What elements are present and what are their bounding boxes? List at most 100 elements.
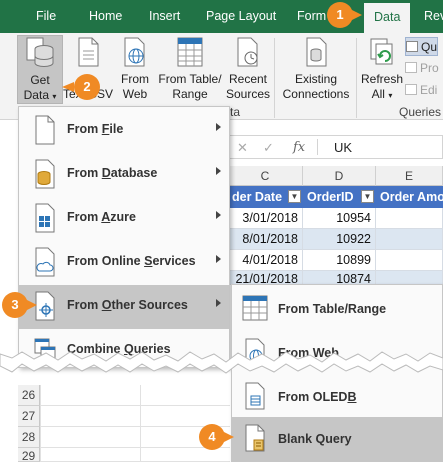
queries-icon bbox=[406, 41, 418, 52]
tab-data[interactable]: Data bbox=[364, 3, 411, 33]
callout-pointer bbox=[352, 10, 362, 20]
from-table-label-line1: From Table/ bbox=[158, 72, 222, 86]
get-data-label-line1: Get bbox=[30, 73, 50, 87]
tab-file[interactable]: File bbox=[36, 0, 56, 33]
filter-dropdown-icon[interactable]: ▼ bbox=[288, 190, 301, 203]
from-table-label-line2: Range bbox=[172, 87, 208, 101]
table-header-order-date[interactable]: der Date ▼ bbox=[228, 186, 303, 208]
menu-item-label: From Table/Range bbox=[278, 302, 387, 316]
table-header-order-amount[interactable]: Order Amo bbox=[376, 186, 443, 208]
table-icon bbox=[242, 295, 268, 321]
existing-connections-label-line1: Existing bbox=[294, 72, 338, 86]
menu-item-label: From OLEDB bbox=[278, 390, 357, 404]
menu-item-from-oledb[interactable]: From OLEDB bbox=[232, 375, 442, 419]
formula-input[interactable]: UK bbox=[334, 140, 352, 155]
table-cell-amount[interactable] bbox=[376, 250, 443, 271]
callout-pointer bbox=[62, 82, 74, 92]
from-table-range-button[interactable]: From Table/ Range bbox=[157, 35, 223, 102]
column-header-e[interactable]: E bbox=[376, 166, 443, 186]
menu-item-from-database[interactable]: From Database bbox=[19, 153, 229, 197]
tab-insert[interactable]: Insert bbox=[149, 0, 180, 33]
grid-row[interactable] bbox=[40, 385, 230, 406]
table-cell-date[interactable]: 8/01/2018 bbox=[228, 229, 303, 250]
callout-pointer bbox=[27, 300, 37, 310]
menu-item-label: From Other Sources bbox=[67, 298, 188, 312]
properties-icon bbox=[405, 62, 417, 73]
table-cell-order-id[interactable]: 10874 bbox=[303, 271, 376, 285]
database-icon bbox=[35, 159, 55, 189]
submenu-arrow-icon bbox=[216, 299, 221, 307]
azure-icon bbox=[35, 203, 55, 233]
refresh-icon bbox=[370, 38, 393, 65]
formula-bar[interactable]: ✕ ✓ fx UK bbox=[228, 135, 443, 159]
menu-item-from-online-services[interactable]: From Online Services bbox=[19, 241, 229, 285]
row-header[interactable]: 27 bbox=[18, 406, 40, 427]
grid-row[interactable] bbox=[40, 448, 230, 462]
table-cell-date[interactable]: 21/01/2018 bbox=[228, 271, 303, 285]
menu-item-from-other-sources[interactable]: From Other Sources bbox=[19, 285, 229, 329]
table-cell-amount[interactable] bbox=[376, 271, 443, 285]
text-file-icon bbox=[78, 37, 99, 67]
blank-query-icon bbox=[245, 424, 265, 452]
callout-2: 2 bbox=[74, 74, 100, 100]
table-cell-order-id[interactable]: 10922 bbox=[303, 229, 376, 250]
edit-links-button[interactable]: Edi bbox=[405, 81, 437, 100]
menu-item-label: From Online Services bbox=[67, 254, 196, 268]
table-cell-amount[interactable] bbox=[376, 229, 443, 250]
row-header[interactable]: 28 bbox=[18, 427, 40, 448]
tab-review[interactable]: Rev bbox=[424, 0, 443, 33]
file-icon bbox=[35, 115, 55, 145]
callout-3: 3 bbox=[2, 292, 28, 318]
properties-button[interactable]: Pro bbox=[405, 59, 439, 78]
group-separator bbox=[274, 38, 275, 118]
enter-icon[interactable]: ✓ bbox=[263, 140, 274, 156]
from-web-label-line2: Web bbox=[122, 87, 148, 101]
row-header[interactable]: 26 bbox=[18, 385, 40, 406]
recent-sources-button[interactable]: Recent Sources bbox=[226, 35, 270, 102]
oledb-icon bbox=[245, 382, 265, 410]
cancel-icon[interactable]: ✕ bbox=[237, 140, 248, 156]
menu-item-from-table-range[interactable]: From Table/Range bbox=[232, 287, 442, 331]
menu-item-from-file[interactable]: From File bbox=[19, 109, 229, 153]
table-cell-date[interactable]: 3/01/2018 bbox=[228, 208, 303, 229]
tab-formulas[interactable]: Form bbox=[297, 0, 326, 33]
recent-sources-label-line2: Sources bbox=[226, 87, 271, 101]
column-headers: C D E bbox=[228, 166, 443, 186]
menu-item-blank-query[interactable]: Blank Query bbox=[232, 417, 442, 461]
from-web-button[interactable]: From Web bbox=[117, 35, 153, 102]
queries-connections-button[interactable]: Qu bbox=[405, 37, 439, 56]
function-icon[interactable]: fx bbox=[293, 140, 305, 155]
table-cell-order-id[interactable]: 10954 bbox=[303, 208, 376, 229]
row-header[interactable]: 29 bbox=[18, 448, 40, 462]
table-cell-order-id[interactable]: 10899 bbox=[303, 250, 376, 271]
web-file-icon bbox=[124, 37, 145, 67]
menu-item-from-azure[interactable]: From Azure bbox=[19, 197, 229, 241]
group-separator bbox=[356, 38, 357, 118]
torn-edge-decoration bbox=[0, 351, 443, 374]
table-header-order-id[interactable]: OrderID ▼ bbox=[303, 186, 376, 208]
column-header-c[interactable]: C bbox=[228, 166, 303, 186]
submenu-arrow-icon bbox=[216, 167, 221, 175]
menu-item-label: Blank Query bbox=[278, 432, 352, 446]
get-data-label-line2: Data ▾ bbox=[23, 88, 57, 102]
table-cell-date[interactable]: 4/01/2018 bbox=[228, 250, 303, 271]
table-cell-amount[interactable] bbox=[376, 208, 443, 229]
tab-home[interactable]: Home bbox=[89, 0, 122, 33]
grid-row[interactable] bbox=[40, 406, 230, 427]
group-label-get-transform: ta bbox=[230, 105, 241, 119]
filter-dropdown-icon[interactable]: ▼ bbox=[361, 190, 374, 203]
menu-item-label: From Azure bbox=[67, 210, 136, 224]
cloud-icon bbox=[35, 247, 55, 277]
submenu-arrow-icon bbox=[216, 211, 221, 219]
submenu-arrow-icon bbox=[216, 255, 221, 263]
refresh-all-label-line2: All ▾ bbox=[371, 87, 393, 101]
existing-connections-button[interactable]: Existing Connections bbox=[280, 35, 352, 102]
table-icon bbox=[177, 37, 203, 67]
tab-page-layout[interactable]: Page Layout bbox=[206, 0, 276, 33]
get-data-button[interactable]: Get Data ▾ bbox=[17, 35, 63, 104]
get-data-menu: From File From Database From Azure From … bbox=[18, 106, 230, 368]
refresh-all-label-line1: Refresh bbox=[361, 72, 404, 86]
column-header-d[interactable]: D bbox=[303, 166, 376, 186]
refresh-all-button[interactable]: Refresh All ▾ bbox=[361, 35, 403, 103]
existing-connections-label-line2: Connections bbox=[282, 87, 350, 101]
